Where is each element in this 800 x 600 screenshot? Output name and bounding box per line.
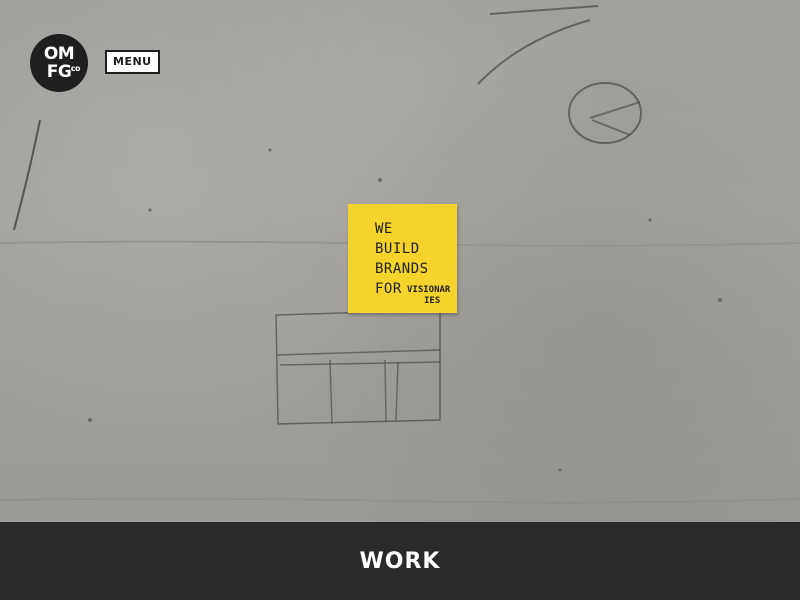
logo-top-text: OM [43, 44, 75, 64]
note-line-4: FOR [375, 281, 402, 297]
omfg-logo[interactable]: OM FG co [30, 34, 88, 92]
note-line-3: BRANDS [375, 261, 429, 277]
note-small-line-1: VISIONAR [407, 285, 451, 295]
note-small-line-2: IES [424, 296, 441, 306]
note-line-2: BUILD [375, 241, 420, 257]
work-link[interactable]: WORK [360, 549, 441, 574]
menu-button[interactable]: MENU [105, 50, 160, 74]
footer-bar: WORK [0, 522, 800, 600]
note-line-1: WE [375, 221, 393, 237]
sticky-note: WE BUILD BRANDS FOR VISIONAR IES [348, 204, 457, 313]
logo-bottom-text: FG [46, 62, 72, 82]
logo-co-text: co [70, 64, 81, 73]
